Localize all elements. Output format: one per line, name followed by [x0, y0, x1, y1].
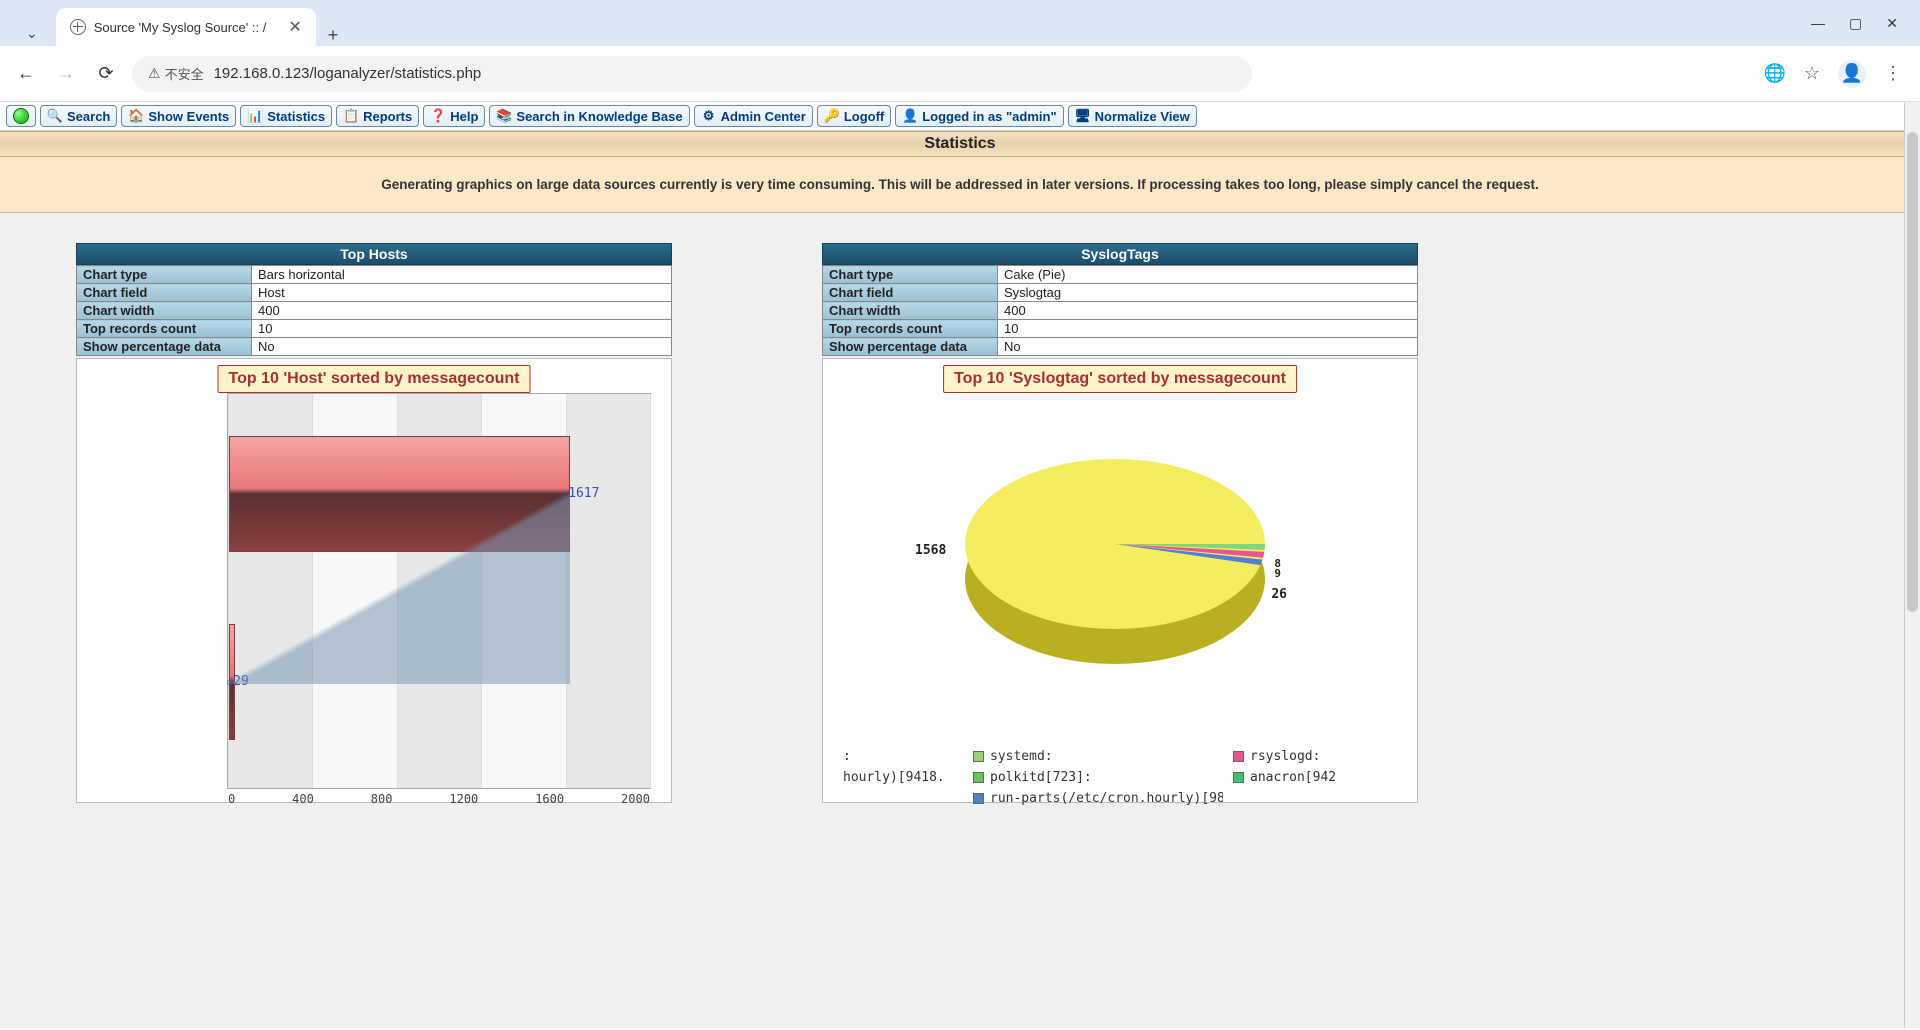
bookmark-icon[interactable]: ☆ [1804, 63, 1820, 84]
app-viewport: 🔍Search🏠Show Events📊Statistics📋Reports❓H… [0, 102, 1920, 1028]
toolbar-btn-statistics[interactable]: 📊Statistics [240, 105, 332, 127]
table-row: Top records count10 [77, 320, 672, 338]
table-row: Chart typeBars horizontal [77, 266, 672, 284]
pie-legend: :systemd:rsyslogd:hourly)[9418.polkitd[7… [843, 749, 1417, 806]
translate-icon[interactable]: 🌐 [1763, 63, 1785, 84]
reload-button[interactable]: ⟳ [92, 60, 120, 88]
pie-value-small2: 8 [1274, 557, 1281, 570]
toolbar-btn-search[interactable]: 🔍Search [40, 105, 117, 127]
toolbar-btn-normalize-view[interactable]: 🖥Normalize View [1068, 105, 1197, 127]
table-row: Show percentage dataNo [823, 338, 1418, 356]
table-row: Chart width400 [823, 302, 1418, 320]
toolbar-icon: 📋 [343, 108, 359, 124]
toolbar-icon: ❓ [430, 108, 446, 124]
forward-button[interactable]: → [52, 60, 80, 88]
legend-item: : [843, 749, 963, 764]
address-bar: ← → ⟳ ⚠ 不安全 192.168.0.123/loganalyzer/st… [0, 46, 1920, 102]
bar-connector-overlay [229, 494, 570, 684]
toolbar-icon: 📊 [247, 108, 263, 124]
page-title: Statistics [0, 131, 1920, 157]
maximize-icon[interactable]: ▢ [1849, 15, 1862, 32]
table-row: Show percentage dataNo [77, 338, 672, 356]
table-row: Top records count10 [823, 320, 1418, 338]
browser-tab[interactable]: Source 'My Syslog Source' :: / ✕ [56, 8, 316, 46]
bar-chart-box: Top 10 'Host' sorted by messagecount sup… [76, 358, 672, 803]
legend-item: polkitd[723]: [973, 770, 1223, 785]
pie-chart: 1568 26 9 8 [965, 459, 1275, 659]
toolbar-icon: 🖥 [1075, 108, 1091, 124]
browser-tab-strip: ⌄ Source 'My Syslog Source' :: / ✕ + — ▢… [0, 0, 1920, 46]
chart-title: Top 10 'Syslogtag' sorted by messagecoun… [943, 365, 1297, 393]
info-table: Chart typeBars horizontalChart fieldHost… [76, 265, 672, 356]
table-row: Chart fieldHost [77, 284, 672, 302]
close-icon[interactable]: ✕ [288, 17, 301, 37]
info-table: Chart typeCake (Pie)Chart fieldSyslogtag… [822, 265, 1418, 356]
close-window-icon[interactable]: ✕ [1886, 15, 1898, 32]
notice-banner: Generating graphics on large data source… [0, 157, 1920, 213]
globe-icon [70, 19, 86, 35]
panel-top-hosts: Top Hosts Chart typeBars horizontalChart… [76, 243, 672, 803]
table-row: Chart fieldSyslogtag [823, 284, 1418, 302]
legend-item: systemd: [973, 749, 1223, 764]
scrollbar-thumb[interactable] [1907, 132, 1918, 612]
toolbar-icon: 👤 [902, 108, 918, 124]
toolbar-icon: 📚 [496, 108, 512, 124]
profile-avatar[interactable]: 👤 [1838, 60, 1866, 88]
table-row: Chart typeCake (Pie) [823, 266, 1418, 284]
minimize-icon[interactable]: — [1811, 15, 1825, 32]
window-controls: — ▢ ✕ [1811, 9, 1912, 46]
toolbar-btn-admin-center[interactable]: ⚙Admin Center [694, 105, 813, 127]
warning-icon: ⚠ [148, 65, 161, 82]
pie-value-main: 1568 [915, 543, 946, 558]
insecure-badge[interactable]: ⚠ 不安全 [148, 64, 204, 83]
legend-item [843, 791, 963, 806]
toolbar-icon [13, 108, 29, 124]
tab-title: Source 'My Syslog Source' :: / [94, 20, 267, 35]
url-input[interactable]: ⚠ 不安全 192.168.0.123/loganalyzer/statisti… [132, 56, 1252, 92]
legend-item: run-parts(/etc/cron.hourly)[9854]: [973, 791, 1223, 806]
toolbar-btn-status[interactable] [6, 105, 36, 127]
tab-menu-caret[interactable]: ⌄ [16, 21, 48, 46]
vertical-scrollbar[interactable] [1904, 102, 1920, 1028]
toolbar-btn-show-events[interactable]: 🏠Show Events [121, 105, 236, 127]
toolbar-icon: 🏠 [128, 108, 144, 124]
legend-item: anacron[942 [1233, 770, 1453, 785]
toolbar-icon: 🔍 [47, 108, 63, 124]
panel-title: Top Hosts [76, 243, 672, 265]
panel-syslogtags: SyslogTags Chart typeCake (Pie)Chart fie… [822, 243, 1418, 803]
legend-item [1233, 791, 1453, 806]
legend-item: hourly)[9418. [843, 770, 963, 785]
table-row: Chart width400 [77, 302, 672, 320]
pie-value-side: 26 [1271, 587, 1287, 602]
toolbar-btn-reports[interactable]: 📋Reports [336, 105, 419, 127]
new-tab-button[interactable]: + [316, 25, 351, 46]
menu-icon[interactable]: ⋮ [1884, 63, 1902, 84]
app-toolbar: 🔍Search🏠Show Events📊Statistics📋Reports❓H… [0, 102, 1920, 131]
chart-title: Top 10 'Host' sorted by messagecount [218, 365, 531, 393]
toolbar-btn-logoff[interactable]: 🔑Logoff [817, 105, 891, 127]
toolbar-btn-help[interactable]: ❓Help [423, 105, 485, 127]
url-text: 192.168.0.123/loganalyzer/statistics.php [214, 65, 482, 82]
bar-chart: superman1241617superman12329040080012001… [227, 393, 651, 789]
legend-item: rsyslogd: [1233, 749, 1453, 764]
panel-title: SyslogTags [822, 243, 1418, 265]
toolbar-icon: ⚙ [701, 108, 717, 124]
pie-chart-box: Top 10 'Syslogtag' sorted by messagecoun… [822, 358, 1418, 803]
back-button[interactable]: ← [12, 60, 40, 88]
toolbar-btn-logged-in-as-admin[interactable]: 👤Logged in as "admin" [895, 105, 1063, 127]
toolbar-btn-search-in-knowledge-base[interactable]: 📚Search in Knowledge Base [489, 105, 689, 127]
toolbar-icon: 🔑 [824, 108, 840, 124]
